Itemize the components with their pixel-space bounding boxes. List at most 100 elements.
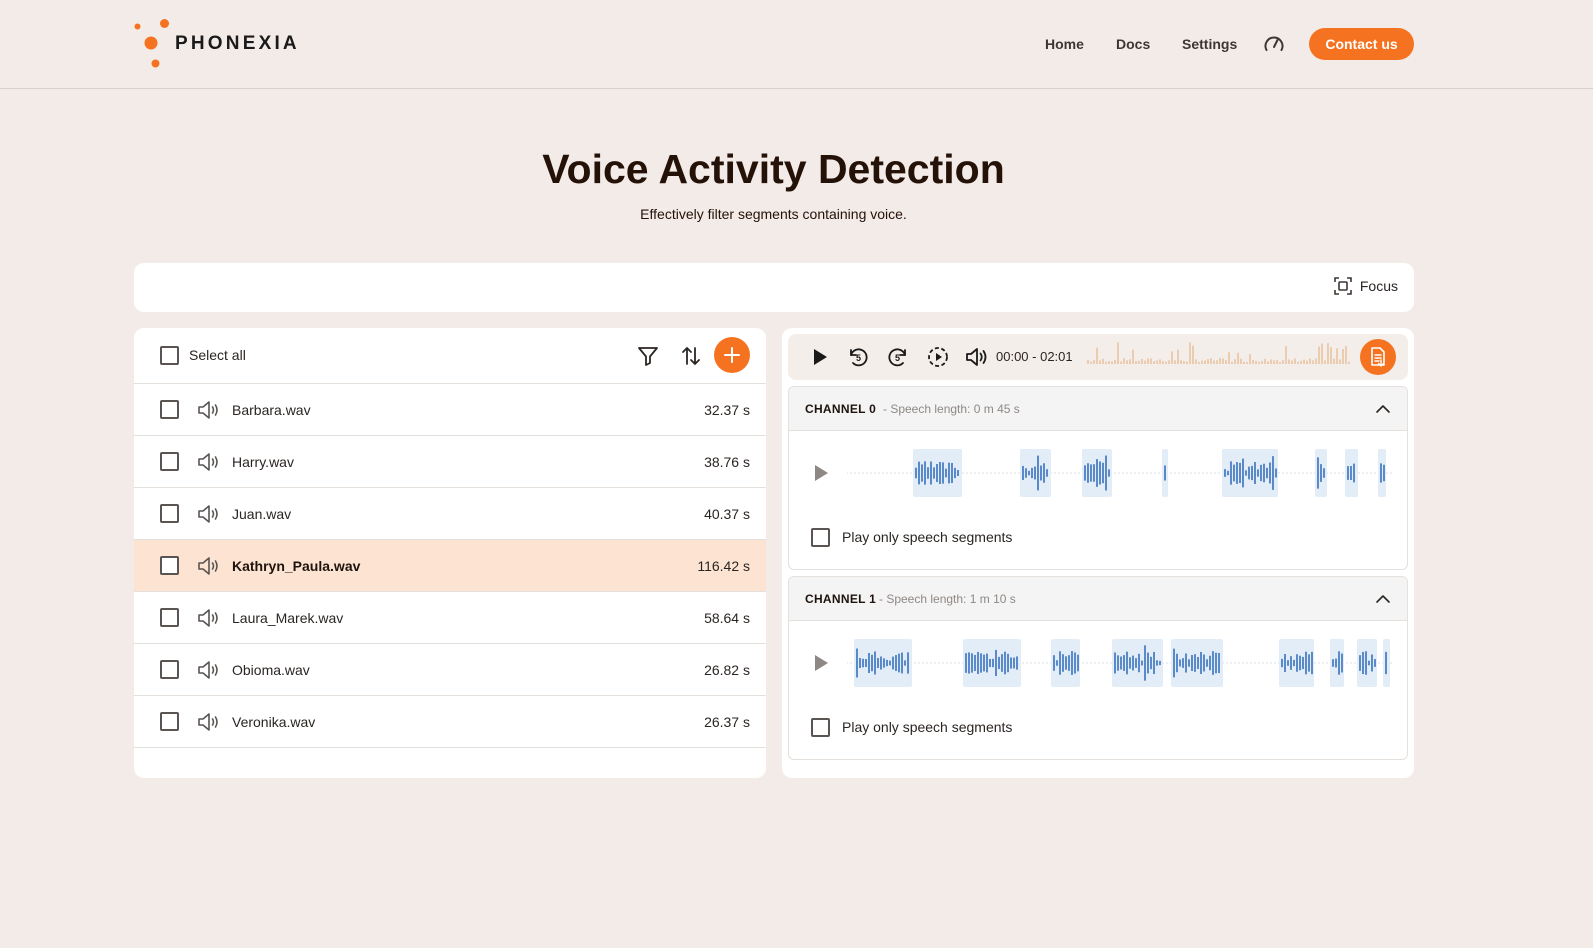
forward-5-icon[interactable]: 5 (886, 346, 910, 373)
play-icon[interactable] (810, 346, 830, 373)
silence-dot (1198, 472, 1200, 474)
filter-icon[interactable] (636, 344, 660, 373)
silence-dot (1062, 472, 1064, 474)
channel-0-name: CHANNEL 0 (805, 402, 877, 416)
file-row[interactable]: Obioma.wav 26.82 s (134, 644, 766, 696)
silence-dot (1330, 472, 1332, 474)
silence-dot (854, 472, 856, 474)
contact-us-button[interactable]: Contact us (1309, 28, 1414, 60)
report-button[interactable] (1360, 339, 1396, 375)
silence-dot (1150, 472, 1152, 474)
focus-button[interactable]: Focus (1334, 277, 1398, 295)
silence-dot (1074, 472, 1076, 474)
nav-settings-link[interactable]: Settings (1182, 28, 1237, 60)
add-file-button[interactable] (714, 337, 750, 373)
file-checkbox[interactable] (160, 660, 179, 679)
chevron-up-icon[interactable] (1375, 591, 1391, 612)
speaker-icon (196, 503, 222, 530)
nav-docs-link[interactable]: Docs (1116, 28, 1150, 60)
player-controls: 5 5 00:00 - 02:01 (788, 334, 1408, 380)
channel-0-speech-only-checkbox[interactable] (811, 528, 830, 547)
file-name: Obioma.wav (232, 662, 310, 678)
speaker-icon (196, 555, 222, 582)
silence-dot (1026, 662, 1028, 664)
silence-dot (946, 662, 948, 664)
silence-dot (874, 472, 876, 474)
silence-dot (966, 472, 968, 474)
silence-dot (994, 472, 996, 474)
file-name: Laura_Marek.wav (232, 610, 344, 626)
chevron-up-icon[interactable] (1375, 401, 1391, 422)
silence-dot (1126, 472, 1128, 474)
channel-1-speech-only-checkbox[interactable] (811, 718, 830, 737)
silence-dot (1206, 472, 1208, 474)
top-navigation-bar: PHONEXIA Home Docs Settings Contact us (0, 0, 1593, 89)
toolbar-panel: Focus (134, 263, 1414, 312)
silence-dot (1334, 472, 1336, 474)
file-row[interactable]: Barbara.wav 32.37 s (134, 384, 766, 436)
file-duration: 58.64 s (704, 610, 750, 626)
channel-0-waveform[interactable] (847, 449, 1393, 497)
overview-waveform[interactable] (1086, 342, 1352, 372)
speedometer-icon[interactable] (1263, 33, 1285, 55)
select-all-checkbox[interactable] (160, 346, 179, 365)
silence-dot (910, 472, 912, 474)
silence-dot (1314, 662, 1316, 664)
silence-dot (1086, 662, 1088, 664)
silence-dot (1182, 472, 1184, 474)
nav-home-link[interactable]: Home (1045, 28, 1084, 60)
silence-dot (1194, 472, 1196, 474)
file-row[interactable]: Harry.wav 38.76 s (134, 436, 766, 488)
speech-segment[interactable] (1378, 449, 1386, 497)
file-checkbox[interactable] (160, 712, 179, 731)
silence-dot (1298, 472, 1300, 474)
silence-dot (930, 662, 932, 664)
silence-dot (1134, 472, 1136, 474)
silence-dot (1066, 472, 1068, 474)
volume-icon[interactable] (964, 346, 990, 373)
channel-1-waveform[interactable] (847, 639, 1393, 687)
silence-dot (1094, 662, 1096, 664)
silence-dot (1342, 472, 1344, 474)
svg-text:5: 5 (856, 353, 861, 363)
silence-dot (1282, 472, 1284, 474)
file-duration: 40.37 s (704, 506, 750, 522)
silence-dot (1170, 472, 1172, 474)
speech-segment[interactable] (1171, 639, 1223, 687)
silence-dot (1046, 662, 1048, 664)
file-duration: 26.82 s (704, 662, 750, 678)
silence-dot (1242, 662, 1244, 664)
channel-1-play-icon[interactable] (813, 654, 829, 677)
file-row[interactable]: Veronika.wav 26.37 s (134, 696, 766, 748)
rewind-5-icon[interactable]: 5 (846, 346, 870, 373)
file-checkbox[interactable] (160, 608, 179, 627)
silence-dot (938, 662, 940, 664)
silence-dot (962, 472, 964, 474)
channel-0-play-icon[interactable] (813, 464, 829, 487)
file-checkbox[interactable] (160, 556, 179, 575)
silence-dot (1354, 662, 1356, 664)
silence-dot (1362, 472, 1364, 474)
file-row[interactable]: Laura_Marek.wav 58.64 s (134, 592, 766, 644)
file-checkbox[interactable] (160, 504, 179, 523)
file-checkbox[interactable] (160, 400, 179, 419)
channel-0-header[interactable]: CHANNEL 0 - Speech length: 0 m 45 s (789, 387, 1407, 431)
silence-dot (958, 662, 960, 664)
file-row[interactable]: Juan.wav 40.37 s (134, 488, 766, 540)
silence-dot (934, 662, 936, 664)
speech-segment[interactable] (1112, 639, 1163, 687)
phonexia-logo[interactable]: PHONEXIA (134, 18, 314, 70)
file-row[interactable]: Kathryn_Paula.wav 116.42 s (134, 540, 766, 592)
silence-dot (1174, 472, 1176, 474)
silence-dot (847, 662, 848, 664)
channel-1-speech-length: - Speech length: 1 m 10 s (879, 592, 1016, 606)
channel-1-header[interactable]: CHANNEL 1 - Speech length: 1 m 10 s (789, 577, 1407, 621)
sort-icon[interactable] (679, 344, 703, 373)
playback-speed-icon[interactable] (926, 346, 950, 373)
silence-dot (1366, 472, 1368, 474)
silence-dot (918, 662, 920, 664)
file-checkbox[interactable] (160, 452, 179, 471)
file-name: Veronika.wav (232, 714, 316, 730)
report-icon (1371, 347, 1385, 367)
page-title: Voice Activity Detection (542, 146, 1005, 192)
